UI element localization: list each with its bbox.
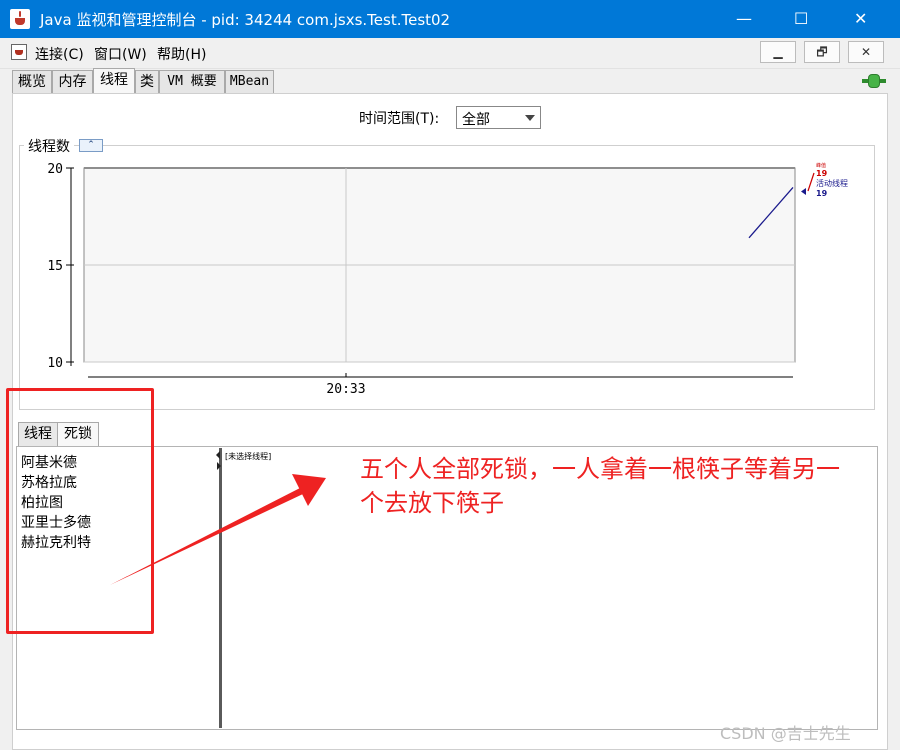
y-tick-label: 15 bbox=[47, 259, 63, 274]
x-tick-label: 20:33 bbox=[326, 382, 365, 397]
annotation-highlight-box bbox=[6, 388, 154, 634]
legend-marker-icon bbox=[801, 188, 806, 195]
annotation-text: 五个人全部死锁，一人拿着一根筷子等着另一个去放下筷子 bbox=[360, 455, 840, 517]
legend-peak-value: 19 bbox=[816, 169, 828, 178]
thread-detail-placeholder: [未选择线程] bbox=[225, 452, 272, 461]
collapse-left-icon[interactable] bbox=[216, 451, 220, 459]
watermark: CSDN @吉士先生 bbox=[720, 724, 851, 743]
legend-active-label: 活动线程 bbox=[816, 178, 848, 188]
legend-active-value: 19 bbox=[816, 189, 828, 198]
legend-peak-label: 峰值 bbox=[816, 162, 826, 169]
jconsole-window: Java 监视和管理控制台 - pid: 34244 com.jsxs.Test… bbox=[0, 0, 900, 750]
thread-count-chart: 20151020:33峰值19活动线程19 bbox=[47, 162, 848, 397]
y-tick-label: 20 bbox=[47, 162, 63, 177]
y-tick-label: 10 bbox=[47, 356, 63, 371]
split-pane-divider[interactable] bbox=[219, 448, 222, 728]
expand-right-icon[interactable] bbox=[217, 462, 221, 470]
legend-peak-line bbox=[807, 172, 815, 192]
